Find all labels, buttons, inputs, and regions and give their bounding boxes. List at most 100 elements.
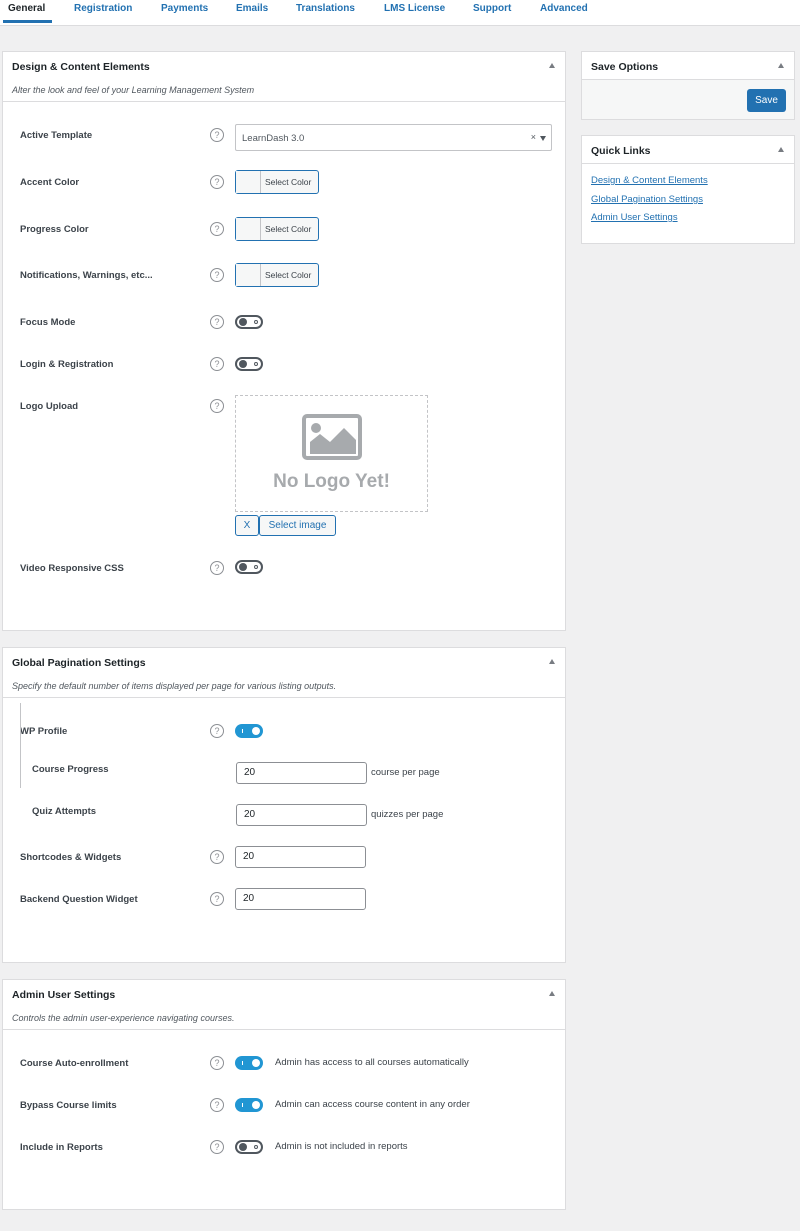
backend-question-input[interactable]: 20 — [235, 888, 366, 910]
bypass-limits-toggle[interactable] — [235, 1098, 263, 1112]
notifications-color-picker[interactable]: Select Color — [235, 263, 319, 287]
collapse-arrow-icon[interactable] — [549, 659, 555, 664]
select-color-label: Select Color — [265, 270, 312, 280]
video-responsive-toggle[interactable] — [235, 560, 263, 574]
panel-description: Specify the default number of items disp… — [12, 681, 337, 691]
shortcodes-input[interactable]: 20 — [235, 846, 366, 868]
course-progress-input[interactable]: 20 — [236, 762, 367, 784]
panel-title: Global Pagination Settings — [12, 657, 146, 669]
active-template-label: Active Template — [20, 130, 93, 141]
toggle-knob — [252, 727, 260, 735]
tab-general[interactable]: General — [8, 3, 45, 14]
toggle-knob — [239, 563, 247, 571]
divider — [3, 697, 565, 698]
tab-lms-license[interactable]: LMS License — [384, 3, 445, 14]
panel-title: Save Options — [591, 61, 659, 73]
clear-icon[interactable]: × — [531, 132, 536, 142]
collapse-arrow-icon[interactable] — [778, 63, 784, 68]
help-icon[interactable]: ? — [210, 128, 224, 142]
help-icon[interactable]: ? — [210, 1098, 224, 1112]
wp-profile-toggle[interactable] — [235, 724, 263, 738]
panel-header[interactable]: Save Options — [582, 52, 794, 80]
select-color-label: Select Color — [265, 224, 312, 234]
help-icon[interactable]: ? — [210, 724, 224, 738]
help-icon[interactable]: ? — [210, 315, 224, 329]
design-content-panel: Design & Content Elements Alter the look… — [2, 51, 566, 631]
video-responsive-label: Video Responsive CSS — [20, 563, 124, 574]
panel-header[interactable]: Design & Content Elements — [3, 52, 565, 80]
include-reports-label: Include in Reports — [20, 1142, 103, 1153]
settings-tabs: General Registration Payments Emails Tra… — [0, 0, 800, 26]
progress-color-picker[interactable]: Select Color — [235, 217, 319, 241]
toggle-on-indicator — [242, 1103, 243, 1107]
accent-color-label: Accent Color — [20, 177, 80, 188]
active-template-select[interactable]: LearnDash 3.0 × — [235, 124, 552, 151]
quiz-attempts-suffix: quizzes per page — [371, 809, 444, 820]
color-swatch — [236, 218, 261, 240]
active-tab-indicator — [3, 20, 52, 23]
quick-link-pagination[interactable]: Global Pagination Settings — [591, 194, 703, 205]
admin-user-panel: Admin User Settings Controls the admin u… — [2, 979, 566, 1210]
help-icon[interactable]: ? — [210, 1140, 224, 1154]
save-button[interactable]: Save — [747, 89, 786, 112]
help-icon[interactable]: ? — [210, 399, 224, 413]
panel-description: Alter the look and feel of your Learning… — [12, 85, 255, 95]
quick-link-admin[interactable]: Admin User Settings — [591, 212, 678, 223]
tab-translations[interactable]: Translations — [296, 3, 355, 14]
select-value: LearnDash 3.0 — [242, 133, 305, 144]
include-reports-toggle[interactable] — [235, 1140, 263, 1154]
tab-emails[interactable]: Emails — [236, 3, 268, 14]
tab-support[interactable]: Support — [473, 3, 511, 14]
panel-title: Admin User Settings — [12, 989, 116, 1001]
auto-enroll-description: Admin has access to all courses automati… — [275, 1057, 469, 1068]
tab-registration[interactable]: Registration — [74, 3, 132, 14]
select-color-label: Select Color — [265, 177, 312, 187]
help-icon[interactable]: ? — [210, 357, 224, 371]
help-icon[interactable]: ? — [210, 850, 224, 864]
tab-advanced[interactable]: Advanced — [540, 3, 588, 14]
focus-mode-toggle[interactable] — [235, 315, 263, 329]
help-icon[interactable]: ? — [210, 1056, 224, 1070]
select-image-button[interactable]: Select image — [259, 515, 336, 536]
login-registration-toggle[interactable] — [235, 357, 263, 371]
panel-header[interactable]: Quick Links — [582, 136, 794, 164]
save-options-panel: Save Options Save — [581, 51, 795, 120]
panel-title: Quick Links — [591, 145, 651, 157]
course-progress-suffix: course per page — [371, 767, 440, 778]
chevron-down-icon[interactable] — [540, 136, 546, 141]
toggle-on-indicator — [242, 1061, 243, 1065]
toggle-off-indicator — [254, 565, 258, 569]
remove-logo-button[interactable]: X — [235, 515, 259, 536]
quick-link-design[interactable]: Design & Content Elements — [591, 175, 708, 186]
toggle-knob — [239, 318, 247, 326]
help-icon[interactable]: ? — [210, 222, 224, 236]
progress-color-label: Progress Color — [20, 224, 89, 235]
quiz-attempts-label: Quiz Attempts — [32, 806, 97, 817]
include-reports-description: Admin is not included in reports — [275, 1141, 408, 1152]
tab-payments[interactable]: Payments — [161, 3, 208, 14]
login-registration-label: Login & Registration — [20, 359, 114, 370]
focus-mode-label: Focus Mode — [20, 317, 76, 328]
help-icon[interactable]: ? — [210, 561, 224, 575]
quiz-attempts-input[interactable]: 20 — [236, 804, 367, 826]
image-placeholder-icon — [302, 414, 362, 460]
quick-links-panel: Quick Links Design & Content Elements Gl… — [581, 135, 795, 244]
panel-header[interactable]: Global Pagination Settings — [3, 648, 565, 676]
collapse-arrow-icon[interactable] — [549, 63, 555, 68]
collapse-arrow-icon[interactable] — [778, 147, 784, 152]
accent-color-picker[interactable]: Select Color — [235, 170, 319, 194]
panel-header[interactable]: Admin User Settings — [3, 980, 565, 1008]
toggle-knob — [239, 1143, 247, 1151]
toggle-off-indicator — [254, 320, 258, 324]
wp-profile-label: WP Profile — [20, 726, 68, 737]
help-icon[interactable]: ? — [210, 175, 224, 189]
auto-enroll-toggle[interactable] — [235, 1056, 263, 1070]
panel-title: Design & Content Elements — [12, 61, 150, 73]
color-swatch — [236, 171, 261, 193]
collapse-arrow-icon[interactable] — [549, 991, 555, 996]
toggle-on-indicator — [242, 729, 243, 733]
notifications-color-label: Notifications, Warnings, etc... — [20, 270, 153, 281]
help-icon[interactable]: ? — [210, 892, 224, 906]
auto-enroll-label: Course Auto-enrollment — [20, 1058, 129, 1069]
help-icon[interactable]: ? — [210, 268, 224, 282]
